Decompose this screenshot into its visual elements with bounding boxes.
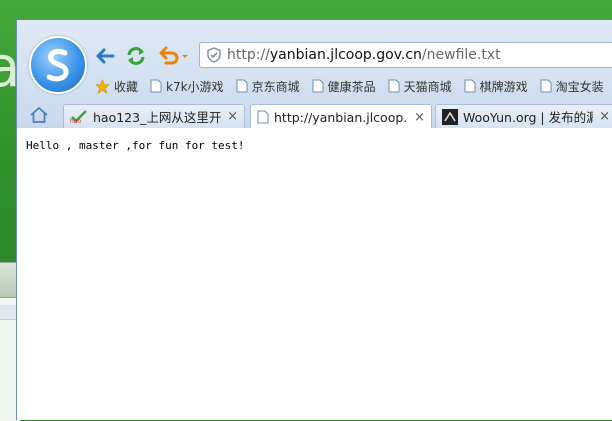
url-host: yanbian.jlcoop.gov.cn [269, 47, 422, 63]
bookmark-label: 棋牌游戏 [479, 79, 528, 94]
undo-button[interactable] [157, 44, 191, 68]
bookmark-cards[interactable]: 棋牌游戏 [464, 78, 528, 95]
page-icon [312, 79, 324, 93]
tab-hao123[interactable]: hao hao123_上网从这里开始 × [63, 104, 245, 128]
back-button[interactable] [93, 44, 117, 68]
bookmark-label: 京东商城 [251, 79, 300, 94]
page-icon [257, 110, 269, 124]
url-path: /newfile.txt [421, 47, 501, 63]
arrow-left-icon [96, 48, 115, 64]
page-icon [540, 79, 552, 93]
browser-logo-icon[interactable] [29, 36, 87, 94]
wooyun-icon [442, 108, 458, 125]
close-icon[interactable]: × [414, 110, 425, 125]
tab-label: hao123_上网从这里开始 [93, 110, 222, 125]
url-text: http://yanbian.jlcoop.gov.cn/newfile.txt [227, 47, 501, 63]
shield-icon [207, 47, 221, 63]
browser-window: http://yanbian.jlcoop.gov.cn/newfile.txt… [16, 20, 612, 420]
bookmark-label: 健康茶品 [327, 79, 376, 94]
file-text: Hello , master ,for fun for test! [26, 139, 245, 152]
refresh-button[interactable] [124, 44, 148, 68]
bookmarks-bar: 收藏 k7k小游戏 京东商城 健康茶品 天猫商城 棋牌游戏 淘宝女装 [95, 76, 612, 96]
page-icon [236, 79, 248, 93]
tab-newfile[interactable]: http://yanbian.jlcoop.gov.cn/newfile.txt… [250, 104, 432, 129]
hao123-icon: hao [70, 109, 87, 124]
tab-label: WooYun.org | 发布的漏洞 [463, 110, 593, 125]
bookmark-taobao[interactable]: 淘宝女装 [540, 78, 604, 95]
url-scheme: http:// [227, 47, 270, 63]
page-icon [150, 79, 162, 93]
bookmark-tmall[interactable]: 天猫商城 [388, 78, 452, 95]
bookmark-label: 收藏 [114, 79, 139, 94]
tab-strip: hao hao123_上网从这里开始 × http://yanbian.jlco… [17, 102, 612, 129]
star-icon [95, 78, 110, 94]
bookmark-label: k7k小游戏 [166, 79, 224, 94]
bookmark-tea[interactable]: 健康茶品 [312, 78, 376, 95]
undo-icon [159, 46, 188, 65]
close-icon[interactable]: × [227, 109, 238, 124]
page-icon [464, 79, 476, 93]
address-bar[interactable]: http://yanbian.jlcoop.gov.cn/newfile.txt [199, 42, 612, 68]
svg-text:hao: hao [70, 118, 81, 124]
bookmark-favorites[interactable]: 收藏 [95, 78, 138, 95]
page-content: Hello , master ,for fun for test! [17, 128, 612, 420]
chevron-down-icon [182, 55, 188, 58]
tab-label: http://yanbian.jlcoop.gov.cn/newfile.txt [274, 109, 408, 125]
bookmark-jd[interactable]: 京东商城 [236, 78, 300, 95]
bookmark-label: 淘宝女装 [555, 79, 604, 94]
refresh-icon [127, 47, 145, 65]
bookmark-k7k[interactable]: k7k小游戏 [150, 78, 224, 95]
browser-chrome: http://yanbian.jlcoop.gov.cn/newfile.txt… [17, 20, 612, 129]
bookmark-label: 天猫商城 [403, 79, 452, 94]
close-icon[interactable]: × [599, 109, 610, 124]
tab-wooyun[interactable]: WooYun.org | 发布的漏洞 × [435, 104, 612, 128]
page-icon [388, 79, 400, 93]
home-icon [30, 107, 48, 123]
home-button[interactable] [29, 106, 49, 127]
